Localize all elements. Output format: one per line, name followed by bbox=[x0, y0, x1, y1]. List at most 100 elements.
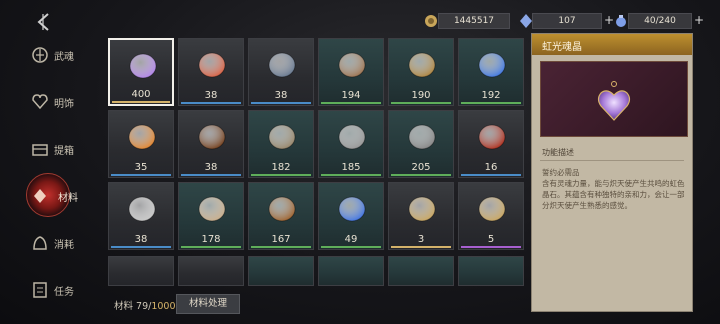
divider bbox=[540, 160, 684, 161]
resource-coin: 1445517 bbox=[424, 13, 510, 29]
item-count: 167 bbox=[271, 234, 291, 245]
back-button[interactable] bbox=[34, 12, 54, 32]
rarity-bar bbox=[181, 102, 241, 104]
inventory-cell-feather[interactable]: 38 bbox=[108, 182, 174, 250]
gear-icon bbox=[265, 119, 299, 153]
inventory-cell-leather-book[interactable]: 38 bbox=[178, 110, 244, 178]
ornament-icon bbox=[30, 92, 50, 112]
item-count: 16 bbox=[484, 162, 498, 173]
blue-potion-icon bbox=[335, 191, 369, 225]
sidebar-item-soul[interactable]: 武魂 bbox=[30, 40, 100, 70]
inventory-cell-skull-bones[interactable]: 178 bbox=[178, 182, 244, 250]
rarity-bar bbox=[111, 246, 171, 248]
rarity-bar bbox=[251, 102, 311, 104]
rarity-bar bbox=[461, 102, 521, 104]
amber-shard-icon bbox=[125, 119, 159, 153]
leather-scrap-icon bbox=[265, 191, 299, 225]
description-text: 含有灵魂力量，能与炽天使产生共鸣的虹色晶石。其蕴含有种独特的亲和力，会让一部分炽… bbox=[542, 179, 685, 210]
function-label: 功能描述 bbox=[542, 148, 574, 157]
item-count: 185 bbox=[341, 162, 361, 173]
sidebar-item-label: 武魂 bbox=[54, 51, 74, 63]
rarity-bar bbox=[181, 174, 241, 176]
inventory-cell-butterfly-wing[interactable]: 38 bbox=[178, 38, 244, 106]
rarity-bar bbox=[181, 246, 241, 248]
item-count: 178 bbox=[201, 234, 221, 245]
inventory-cell-bandage-bundle[interactable]: 194 bbox=[318, 38, 384, 106]
item-count: 49 bbox=[344, 234, 358, 245]
bronze-medal-icon bbox=[405, 47, 439, 81]
inventory-cell-red-beetle[interactable]: 16 bbox=[458, 110, 524, 178]
item-detail-header: 虹光魂晶 bbox=[532, 34, 692, 55]
sidebar-item-chest[interactable]: 提箱 bbox=[30, 134, 100, 164]
inventory-cell-bronze-medal[interactable]: 190 bbox=[388, 38, 454, 106]
inventory-cell-bottle[interactable]: 38 bbox=[248, 38, 314, 106]
blue-flame-icon bbox=[475, 47, 509, 81]
inventory-cell-partial[interactable] bbox=[248, 256, 314, 286]
material-process-button[interactable]: 材料处理 bbox=[176, 294, 240, 314]
coin-icon bbox=[425, 15, 437, 27]
inventory-cell-gear[interactable]: 182 bbox=[248, 110, 314, 178]
coin-value: 1445517 bbox=[438, 13, 510, 29]
rarity-bar bbox=[391, 174, 451, 176]
item-count: 38 bbox=[274, 90, 288, 101]
sidebar-item-task[interactable]: 任务 bbox=[30, 275, 100, 305]
item-count: 205 bbox=[411, 162, 431, 173]
item-detail-panel: 虹光魂晶 功能描述 誓约必需品 含有灵魂力量，能与炽天使产生共鸣的虹色晶石。其蕴… bbox=[531, 33, 693, 312]
material-icon bbox=[30, 186, 50, 206]
inventory-cell-partial[interactable] bbox=[178, 256, 244, 286]
skull-bones-icon bbox=[195, 191, 229, 225]
inventory-cell-hook[interactable]: 205 bbox=[388, 110, 454, 178]
item-count: 38 bbox=[204, 90, 218, 101]
jeweled-hammer-icon bbox=[405, 191, 439, 225]
soul-icon bbox=[30, 45, 50, 65]
inventory-cell-partial[interactable] bbox=[388, 256, 454, 286]
inventory-cell-partial[interactable] bbox=[318, 256, 384, 286]
rarity-bar bbox=[111, 174, 171, 176]
add-potion-button[interactable]: + bbox=[692, 14, 706, 28]
crystal-value: 107 bbox=[532, 13, 602, 29]
inventory-cell-partial[interactable] bbox=[108, 256, 174, 286]
chest-icon bbox=[30, 139, 50, 159]
rarity-bar bbox=[251, 174, 311, 176]
inventory-cell-amber-shard[interactable]: 35 bbox=[108, 110, 174, 178]
task-icon bbox=[30, 280, 50, 300]
leather-book-icon bbox=[195, 119, 229, 153]
potion-icon bbox=[616, 15, 626, 27]
rainbow-soul-crystal-icon bbox=[126, 48, 160, 82]
rarity-bar bbox=[251, 246, 311, 248]
item-detail-title: 虹光魂晶 bbox=[542, 42, 582, 53]
rarity-bar bbox=[321, 174, 381, 176]
potion-value: 40/240 bbox=[628, 13, 692, 29]
bottle-icon bbox=[265, 47, 299, 81]
sidebar-item-label: 消耗 bbox=[54, 239, 74, 251]
feather-icon bbox=[125, 191, 159, 225]
rarity-bar bbox=[461, 246, 521, 248]
inventory-cell-blue-flame[interactable]: 192 bbox=[458, 38, 524, 106]
rarity-bar bbox=[321, 102, 381, 104]
inventory-cell-leather-scrap[interactable]: 167 bbox=[248, 182, 314, 250]
resource-potion: 40/240 + bbox=[614, 13, 706, 29]
inventory-cell-rainbow-soul-crystal[interactable]: 400 bbox=[108, 38, 174, 106]
red-beetle-icon bbox=[475, 119, 509, 153]
sidebar-item-ornament[interactable]: 明饰 bbox=[30, 87, 100, 117]
butterfly-wing-icon bbox=[195, 47, 229, 81]
sidebar-item-consumable[interactable]: 消耗 bbox=[30, 228, 100, 258]
inventory-cell-jeweled-hammer[interactable]: 3 bbox=[388, 182, 454, 250]
material-capacity: 材料 79/10000 bbox=[114, 298, 182, 312]
heart-crystal-icon bbox=[597, 81, 631, 121]
metal-plate-icon bbox=[335, 119, 369, 153]
sidebar-item-material[interactable]: 材料 bbox=[26, 173, 100, 217]
inventory-cell-blue-potion[interactable]: 49 bbox=[318, 182, 384, 250]
sidebar-item-label: 材料 bbox=[58, 192, 78, 204]
inventory-cell-gold-hammer[interactable]: 5 bbox=[458, 182, 524, 250]
item-count: 38 bbox=[204, 162, 218, 173]
rarity-bar bbox=[391, 102, 451, 104]
material-capacity-label: 材料 79/ bbox=[114, 301, 152, 312]
inventory-cell-metal-plate[interactable]: 185 bbox=[318, 110, 384, 178]
gold-hammer-icon bbox=[475, 191, 509, 225]
rarity-bar bbox=[391, 246, 451, 248]
sidebar-item-label: 明饰 bbox=[54, 98, 74, 110]
consumable-icon bbox=[30, 233, 50, 253]
rarity-bar bbox=[112, 101, 170, 103]
inventory-cell-partial[interactable] bbox=[458, 256, 524, 286]
